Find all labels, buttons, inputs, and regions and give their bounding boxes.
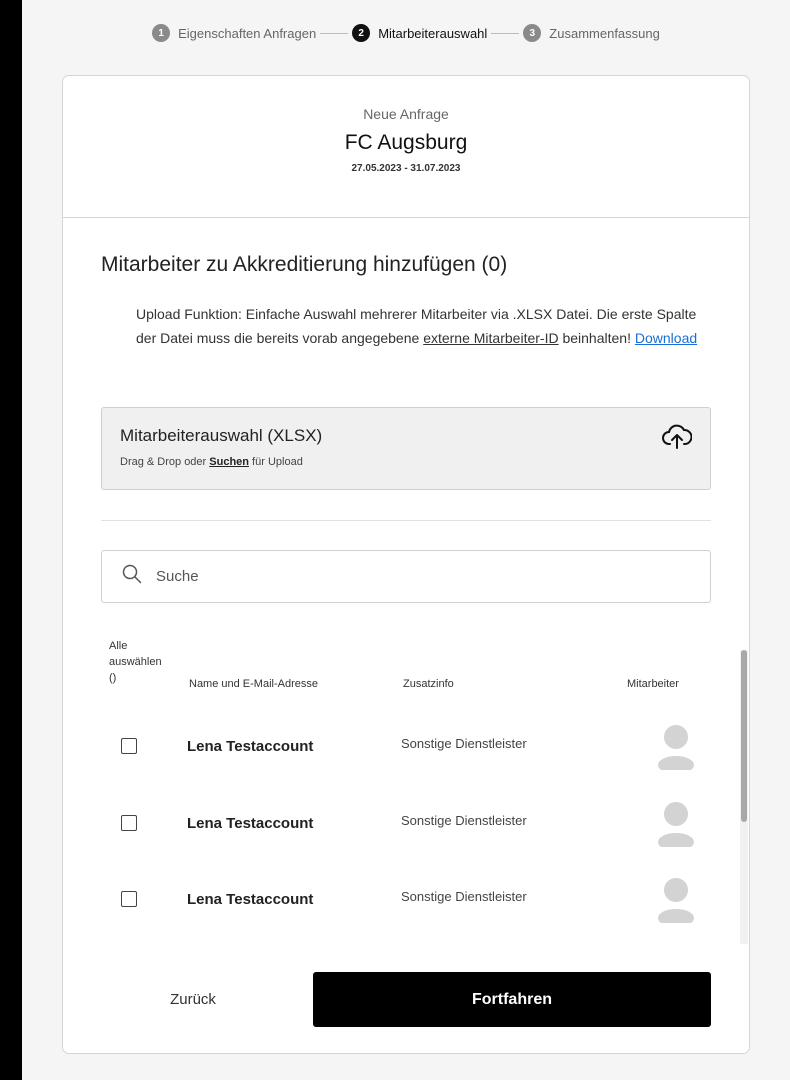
avatar — [657, 877, 695, 928]
xlsx-upload-dropzone[interactable]: Mitarbeiterauswahl (XLSX) Drag & Drop od… — [101, 407, 711, 490]
employee-table: Alle auswählen () Name und E-Mail-Adress… — [101, 628, 749, 944]
request-card: Neue Anfrage FC Augsburg 27.05.2023 - 31… — [62, 75, 750, 1054]
step-number: 3 — [523, 24, 542, 42]
app-panel: 1 Eigenschaften Anfragen 2 Mitarbeiterau… — [22, 0, 790, 1080]
step-connector — [320, 32, 349, 34]
avatar — [657, 724, 695, 775]
upload-hint-suffix: für Upload — [249, 456, 303, 468]
step-label: Zusammenfassung — [549, 25, 660, 41]
table-row: Lena Testaccount Sonstige Dienstleister — [101, 708, 711, 778]
select-all-label: Alle — [109, 640, 128, 652]
stepper: 1 Eigenschaften Anfragen 2 Mitarbeiterau… — [22, 24, 790, 42]
table-scrollbar[interactable] — [740, 650, 748, 944]
step-1[interactable]: 1 Eigenschaften Anfragen — [152, 24, 316, 42]
row-checkbox[interactable] — [121, 738, 137, 754]
upload-title: Mitarbeiterauswahl (XLSX) — [120, 426, 323, 445]
search-icon — [122, 564, 142, 589]
column-header-employee: Mitarbeiter — [627, 678, 679, 690]
step-connector — [491, 32, 520, 34]
step-2[interactable]: 2 Mitarbeiterauswahl — [352, 24, 487, 42]
scrollbar-thumb[interactable] — [741, 650, 747, 822]
step-number: 1 — [152, 24, 171, 42]
employee-info: Sonstige Dienstleister — [401, 736, 527, 751]
select-all-label: auswählen — [109, 656, 162, 668]
table-row: Lena Testaccount Sonstige Dienstleister — [101, 785, 711, 855]
row-checkbox[interactable] — [121, 815, 137, 831]
upload-info-text: Upload Funktion: Einfache Auswahl mehrer… — [136, 302, 716, 350]
external-id-term: externe Mitarbeiter-ID — [423, 330, 559, 346]
select-all-header[interactable]: Alle auswählen () — [109, 638, 162, 686]
step-label: Mitarbeiterauswahl — [378, 25, 488, 41]
employee-name: Lena Testaccount — [187, 815, 314, 832]
upload-browse-link[interactable]: Suchen — [209, 456, 249, 468]
cloud-upload-icon[interactable] — [662, 424, 693, 455]
employee-info: Sonstige Dienstleister — [401, 813, 527, 828]
row-checkbox[interactable] — [121, 891, 137, 907]
continue-button[interactable]: Fortfahren — [313, 972, 711, 1027]
request-dates: 27.05.2023 - 31.07.2023 — [351, 163, 461, 174]
upload-hint-prefix: Drag & Drop oder — [120, 456, 210, 468]
step-label: Eigenschaften Anfragen — [178, 25, 317, 41]
upload-hint: Drag & Drop oder Suchen für Upload — [120, 456, 692, 468]
step-3[interactable]: 3 Zusammenfassung — [523, 24, 660, 42]
info-text: beinhalten! — [558, 330, 635, 346]
search-input[interactable] — [156, 568, 656, 585]
avatar — [657, 801, 695, 852]
column-header-info: Zusatzinfo — [403, 678, 454, 690]
back-button[interactable]: Zurück — [123, 972, 263, 1027]
step-number: 2 — [352, 24, 371, 42]
employee-info: Sonstige Dienstleister — [401, 889, 527, 904]
section-title: Mitarbeiter zu Akkreditierung hinzufügen… — [101, 253, 508, 276]
employee-name: Lena Testaccount — [187, 738, 314, 755]
divider — [101, 520, 711, 521]
select-all-count: () — [109, 672, 117, 684]
card-header: Neue Anfrage FC Augsburg 27.05.2023 - 31… — [63, 76, 749, 218]
column-header-name: Name und E-Mail-Adresse — [189, 678, 318, 690]
request-title: FC Augsburg — [344, 131, 468, 154]
search-box[interactable] — [101, 550, 711, 603]
employee-name: Lena Testaccount — [187, 891, 314, 908]
table-row: Lena Testaccount Sonstige Dienstleister — [101, 861, 711, 931]
download-link[interactable]: Download — [635, 330, 697, 346]
request-subtitle: Neue Anfrage — [363, 106, 449, 122]
